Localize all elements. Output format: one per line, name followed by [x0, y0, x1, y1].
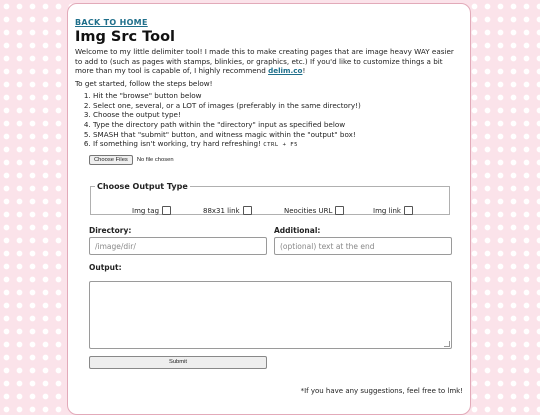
step-item-refresh: If something isn't working, try hard ref… [93, 139, 463, 151]
output-textarea[interactable] [89, 281, 452, 349]
footer-note: *If you have any suggestions, feel free … [300, 387, 463, 395]
additional-label: Additional: [274, 226, 321, 235]
step-item: Type the directory path within the "dire… [93, 120, 463, 130]
file-input: Choose Files No file chosen [89, 155, 174, 165]
option-img-link[interactable]: Img link [373, 206, 413, 215]
intro-text: Welcome to my little delimiter tool! I m… [75, 47, 454, 76]
resize-handle-icon[interactable] [444, 341, 450, 347]
output-type-legend: Choose Output Type [97, 182, 188, 191]
option-img-tag[interactable]: Img tag [132, 206, 172, 215]
intro-text-end: ! [302, 66, 306, 76]
output-type-fieldset: Choose Output Type Img tag 88x31 link Ne… [90, 182, 450, 215]
neocities-url-checkbox[interactable] [335, 206, 345, 215]
option-label: 88x31 link [203, 206, 240, 215]
back-to-home-link[interactable]: BACK TO HOME [75, 18, 148, 27]
step-item: Choose the output type! [93, 110, 463, 120]
option-88x31-link[interactable]: 88x31 link [203, 206, 252, 215]
88x31-link-checkbox[interactable] [242, 206, 252, 215]
option-label: Img tag [132, 206, 160, 215]
choose-files-button[interactable]: Choose Files [89, 155, 133, 165]
step-item: Hit the "browse" button below [93, 91, 463, 101]
img-link-checkbox[interactable] [403, 206, 413, 215]
shortcut-keys: CTRL + F5 [263, 142, 299, 149]
option-label: Neocities URL [284, 206, 333, 215]
directory-label: Directory: [89, 226, 132, 235]
intro-paragraph: Welcome to my little delimiter tool! I m… [75, 47, 463, 76]
main-card: BACK TO HOME Img Src Tool Welcome to my … [67, 3, 471, 415]
output-label: Output: [89, 263, 122, 272]
img-tag-checkbox[interactable] [162, 206, 172, 215]
steps-list: Hit the "browse" button below Select one… [75, 91, 463, 151]
submit-button[interactable]: Submit [89, 356, 267, 369]
page-title: Img Src Tool [75, 29, 176, 45]
option-label: Img link [373, 206, 401, 215]
steps-lead: To get started, follow the steps below! [75, 78, 213, 88]
step-refresh-text: If something isn't working, try hard ref… [93, 139, 264, 149]
option-neocities-url[interactable]: Neocities URL [284, 206, 345, 215]
directory-input[interactable]: /image/dir/ [89, 237, 267, 255]
delim-link[interactable]: delim.co [268, 66, 302, 75]
step-item: SMASH that "submit" button, and witness … [93, 130, 463, 140]
additional-input[interactable]: (optional) text at the end [274, 237, 452, 255]
step-item: Select one, several, or a LOT of images … [93, 101, 463, 111]
file-status: No file chosen [136, 157, 174, 163]
